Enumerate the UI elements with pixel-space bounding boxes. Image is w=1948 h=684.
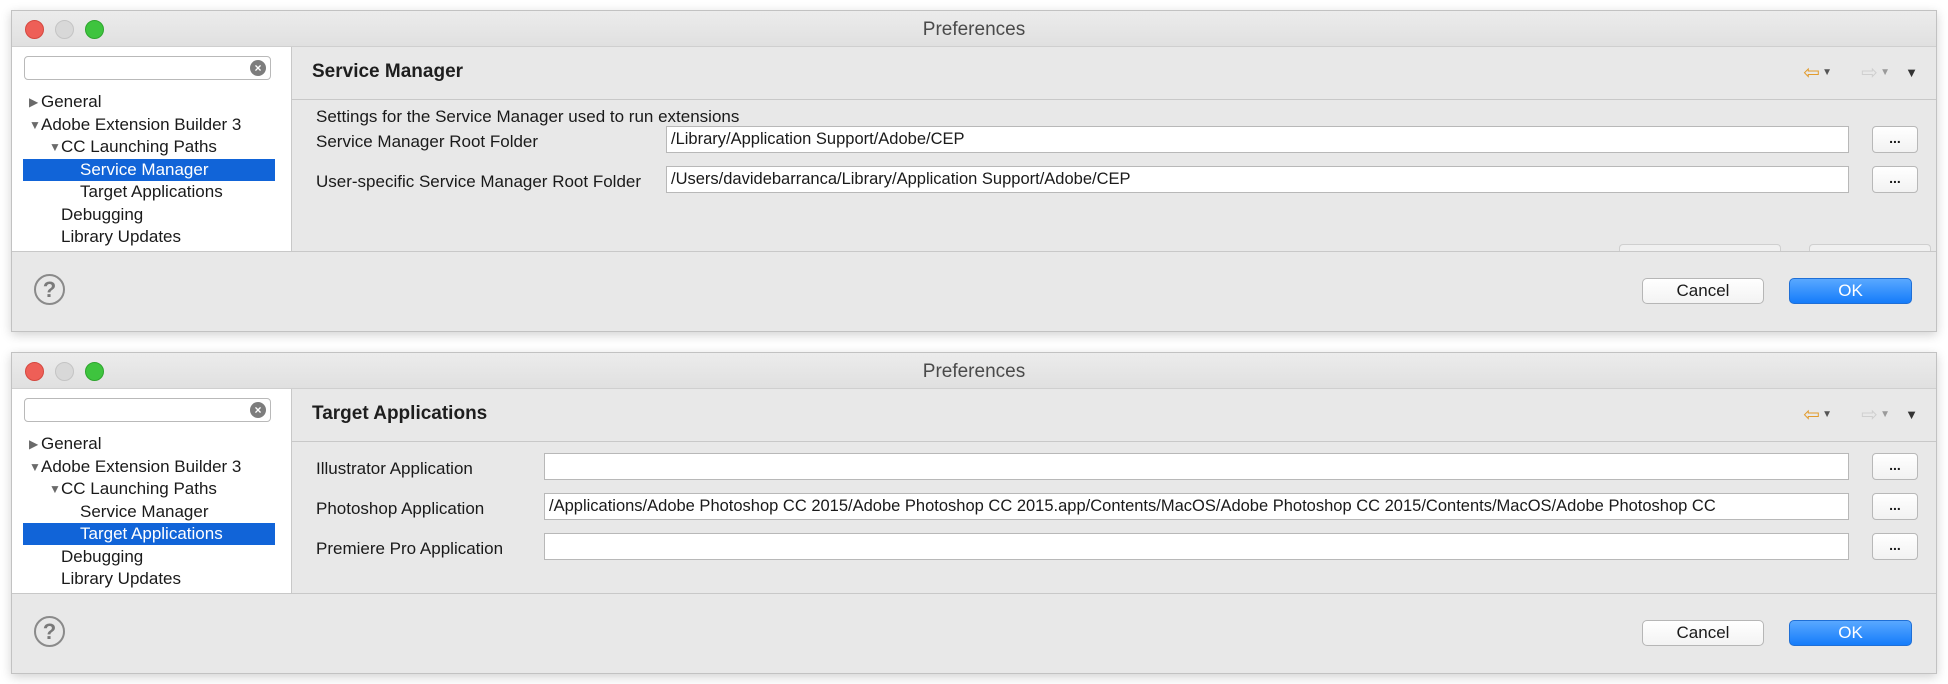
view-menu-icon[interactable]: ▼ [1905, 403, 1918, 427]
collapse-arrow-icon[interactable]: ▼ [29, 456, 41, 479]
tree-item-cc-launching-paths[interactable]: ▼ CC Launching Paths [12, 136, 291, 159]
back-arrow-icon[interactable]: ⇦ [1803, 403, 1820, 427]
clear-search-icon[interactable]: × [250, 402, 266, 418]
user-service-manager-root-folder-input[interactable]: /Users/davidebarranca/Library/Applicatio… [666, 166, 1849, 193]
back-arrow-icon[interactable]: ⇦ [1803, 61, 1820, 85]
tree-item-general[interactable]: ▶ General [12, 91, 291, 114]
help-icon[interactable]: ? [34, 616, 65, 647]
clear-search-icon[interactable]: × [250, 60, 266, 76]
browse-button[interactable]: ... [1872, 453, 1918, 480]
browse-button[interactable]: ... [1872, 493, 1918, 520]
preferences-sidebar: × ▶ General ▼ Adobe Extension Builder 3 … [12, 47, 292, 251]
service-manager-root-folder-input[interactable]: /Library/Application Support/Adobe/CEP [666, 126, 1849, 153]
user-service-manager-root-folder-row: User-specific Service Manager Root Folde… [292, 166, 1936, 198]
field-label: User-specific Service Manager Root Folde… [316, 172, 642, 191]
tree-item-label: Debugging [61, 546, 144, 566]
collapse-arrow-icon[interactable]: ▼ [29, 114, 41, 137]
title-bar[interactable]: Preferences [12, 11, 1936, 47]
page-content: Illustrator Application ... Photoshop Ap… [292, 442, 1936, 593]
browse-button[interactable]: ... [1872, 166, 1918, 193]
forward-arrow-icon[interactable]: ⇨ [1861, 403, 1878, 427]
tree-item-debugging[interactable]: Debugging [12, 546, 291, 569]
tree-item-library-updates[interactable]: Library Updates [12, 226, 291, 249]
ok-button[interactable]: OK [1789, 278, 1912, 304]
preferences-window-target-applications: Preferences × ▶ General ▼ Adobe Extensio… [11, 352, 1937, 674]
dialog-footer: ? Cancel OK [12, 593, 1936, 673]
service-manager-root-folder-row: Service Manager Root Folder /Library/App… [292, 126, 1936, 158]
tree-item-adobe-extension-builder[interactable]: ▼ Adobe Extension Builder 3 [12, 456, 291, 479]
page-header: Service Manager ⇦ ▼ ⇨ ▼ ▼ [292, 47, 1936, 100]
field-label: Premiere Pro Application [316, 539, 504, 558]
tree-item-target-applications[interactable]: Target Applications [12, 181, 291, 204]
back-dropdown-icon[interactable]: ▼ [1822, 403, 1832, 427]
page-title: Service Manager [312, 61, 464, 82]
preferences-sidebar: × ▶ General ▼ Adobe Extension Builder 3 … [12, 389, 292, 593]
tree-item-cc-launching-paths[interactable]: ▼ CC Launching Paths [12, 478, 291, 501]
back-dropdown-icon[interactable]: ▼ [1822, 61, 1832, 85]
tree-item-label: CC Launching Paths [61, 479, 217, 498]
clipped-button [1809, 244, 1931, 251]
dialog-footer: ? Cancel OK [12, 251, 1936, 331]
field-label: Service Manager Root Folder [316, 132, 539, 151]
forward-dropdown-icon[interactable]: ▼ [1880, 61, 1890, 85]
cancel-button[interactable]: Cancel [1642, 620, 1764, 646]
filter-search-input[interactable]: × [24, 398, 271, 422]
browse-button[interactable]: ... [1872, 126, 1918, 153]
filter-search-input[interactable]: × [24, 56, 271, 80]
help-icon[interactable]: ? [34, 274, 65, 305]
page-header: Target Applications ⇦ ▼ ⇨ ▼ ▼ [292, 389, 1936, 442]
forward-dropdown-icon[interactable]: ▼ [1880, 403, 1890, 427]
forward-arrow-icon[interactable]: ⇨ [1861, 61, 1878, 85]
tree-item-library-updates[interactable]: Library Updates [12, 568, 291, 591]
page-title: Target Applications [312, 403, 488, 424]
tree-item-label: Target Applications [80, 524, 223, 543]
photoshop-application-row: Photoshop Application /Applications/Adob… [292, 493, 1936, 525]
photoshop-application-input[interactable]: /Applications/Adobe Photoshop CC 2015/Ad… [544, 493, 1849, 520]
preferences-window-service-manager: Preferences × ▶ General ▼ Adobe Extensio… [11, 10, 1937, 332]
tree-item-label: Adobe Extension Builder 3 [41, 114, 242, 134]
tree-item-label: Service Manager [80, 159, 209, 179]
title-bar[interactable]: Preferences [12, 353, 1936, 389]
browse-button[interactable]: ... [1872, 533, 1918, 560]
illustrator-application-row: Illustrator Application ... [292, 453, 1936, 485]
tree-item-label: CC Launching Paths [61, 137, 217, 156]
tree-item-label: Target Applications [80, 182, 223, 201]
tree-item-service-manager[interactable]: Service Manager [12, 158, 291, 182]
tree-item-target-applications[interactable]: Target Applications [12, 523, 291, 546]
preferences-tree: ▶ General ▼ Adobe Extension Builder 3 ▼ … [12, 433, 291, 591]
window-title: Preferences [922, 19, 1026, 40]
field-label: Illustrator Application [316, 459, 473, 478]
tree-item-label: Library Updates [61, 569, 182, 588]
tree-item-label: Service Manager [80, 501, 209, 521]
tree-item-label: Debugging [61, 204, 144, 224]
tree-item-label: Adobe Extension Builder 3 [41, 456, 242, 476]
clipped-button [1619, 244, 1781, 251]
tree-item-label: Library Updates [61, 227, 182, 246]
field-label: Photoshop Application [316, 499, 485, 518]
preferences-tree: ▶ General ▼ Adobe Extension Builder 3 ▼ … [12, 91, 291, 249]
collapse-arrow-icon[interactable]: ▼ [49, 478, 61, 501]
ok-button[interactable]: OK [1789, 620, 1912, 646]
tree-item-label: General [41, 434, 102, 453]
page-content: Settings for the Service Manager used to… [292, 100, 1936, 251]
tree-item-label: General [41, 92, 102, 111]
cancel-button[interactable]: Cancel [1642, 278, 1764, 304]
premiere-pro-application-input[interactable] [544, 533, 1849, 560]
premiere-pro-application-row: Premiere Pro Application ... [292, 533, 1936, 565]
illustrator-application-input[interactable] [544, 453, 1849, 480]
expand-arrow-icon[interactable]: ▶ [29, 433, 38, 456]
expand-arrow-icon[interactable]: ▶ [29, 91, 38, 114]
tree-item-debugging[interactable]: Debugging [12, 204, 291, 227]
collapse-arrow-icon[interactable]: ▼ [49, 136, 61, 159]
window-title: Preferences [922, 361, 1026, 382]
tree-item-service-manager[interactable]: Service Manager [12, 501, 291, 524]
tree-item-adobe-extension-builder[interactable]: ▼ Adobe Extension Builder 3 [12, 114, 291, 137]
view-menu-icon[interactable]: ▼ [1905, 61, 1918, 85]
page-description: Settings for the Service Manager used to… [316, 107, 740, 126]
tree-item-general[interactable]: ▶ General [12, 433, 291, 456]
